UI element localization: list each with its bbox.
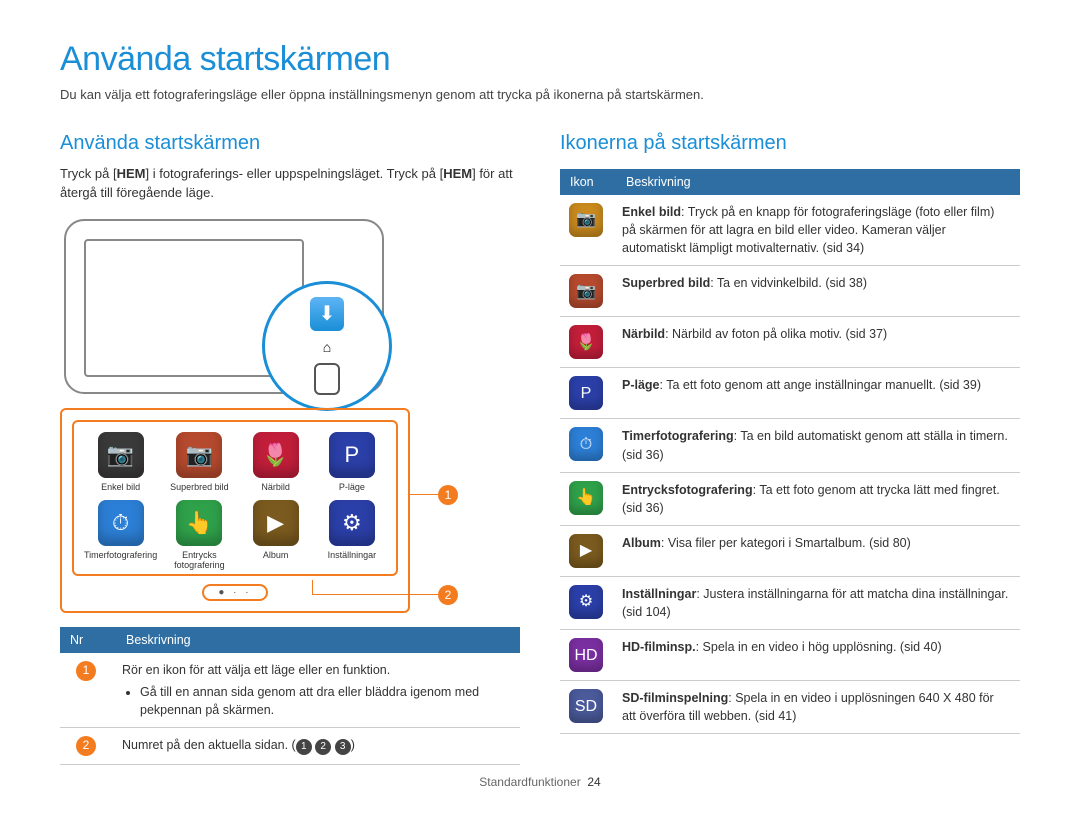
mode-label: Närbild [241,482,309,492]
mode-icon: 👆 [569,481,603,515]
mode-icon: 🌷 [569,325,603,359]
callout-1-badge: 1 [438,485,458,505]
callout-table: Nr Beskrivning 1 Rör en ikon för att väl… [60,627,520,765]
icon-desc-table: Ikon Beskrivning 📷Enkel bild: Tryck på e… [560,169,1020,734]
mode-name: SD-filminspelning [622,691,728,705]
homescreen-icon: 👆 Entrycks fotografering [165,500,233,570]
mode-icon: 🌷 [253,432,299,478]
mode-label: Timerfotografering [84,550,157,560]
mode-icon: ⏱ [569,427,603,461]
homescreen-icon: ⏱ Timerfotografering [84,500,157,570]
row-text: ) [351,738,355,752]
page-badge-1: 1 [296,739,312,755]
homescreen-icon: ⚙ Inställningar [318,500,386,570]
right-heading: Ikonerna på startskärmen [560,132,1020,155]
home-hardware-button [314,363,340,395]
left-heading: Använda startskärmen [60,132,520,155]
mode-label: Superbred bild [165,482,233,492]
row-badge-2: 2 [76,736,96,756]
row-bullet: Gå till en annan sida genom att dra elle… [140,683,510,719]
home-icon: ⌂ [323,339,331,355]
mode-desc: : Spela in en video i hög upplösning. (s… [696,640,942,654]
footer-section: Standardfunktioner [479,775,580,789]
mode-icon: SD [569,689,603,723]
mode-desc: : Visa filer per kategori i Smartalbum. … [661,536,911,550]
table-row: 2 Numret på den aktuella sidan. (1 2 3) [60,728,520,765]
table-row: ▶ Album: Visa filer per kategori i Smarta… [560,525,1020,576]
page-indicator: ● · · [202,584,267,601]
mode-icon: HD [569,638,603,672]
table-row: P P-läge: Ta ett foto genom att ange inst… [560,368,1020,419]
page-badge-3: 3 [335,739,351,755]
table-row: ⏱Timerfotografering: Ta en bild automati… [560,419,1020,472]
mode-label: Enkel bild [84,482,157,492]
mode-label: Album [241,550,309,560]
arrow-down-icon: ⬇ [310,297,344,331]
footer-page-number: 24 [587,775,600,789]
hem-key: HEM [443,166,472,181]
mode-name: Timerfotografering [622,429,734,443]
page-footer: Standardfunktioner 24 [0,775,1080,789]
row-text: Numret på den aktuella sidan. ( [122,738,296,752]
mode-name: Inställningar [622,587,696,601]
mode-name: Entrycksfotografering [622,483,753,497]
row-badge-1: 1 [76,661,96,681]
mode-icon: P [329,432,375,478]
homescreen-icon: 📷 Superbred bild [165,432,233,492]
table-row: ⚙Inställningar: Justera inställningarna … [560,576,1020,629]
table-row: 📷 Superbred bild: Ta en vidvinkelbild. (s… [560,266,1020,317]
mode-name: Superbred bild [622,276,710,290]
homescreen-icon: 🌷 Närbild [241,432,309,492]
mode-name: P-läge [622,378,660,392]
mode-icon: ⚙ [569,585,603,619]
table-row: 👆Entrycksfotografering: Ta ett foto geno… [560,472,1020,525]
table-row: 📷Enkel bild: Tryck på en knapp för fotog… [560,195,1020,266]
table-row: HD HD-filminsp.: Spela in en video i hög … [560,630,1020,681]
page-intro: Du kan välja ett fotograferingsläge elle… [60,87,1020,102]
mode-label: Inställningar [318,550,386,560]
text: ] i fotograferings- eller uppspelningslä… [145,166,443,181]
mode-icon: 📷 [98,432,144,478]
mode-icon: 📷 [569,274,603,308]
mode-icon: ⚙ [329,500,375,546]
mode-name: Enkel bild [622,205,681,219]
th-beskrivning: Beskrivning [616,169,1020,195]
table-row: SDSD-filminspelning: Spela in en video i… [560,681,1020,734]
th-ikon: Ikon [560,169,616,195]
hem-key: HEM [117,166,146,181]
homescreen-icon: ▶ Album [241,500,309,570]
mode-desc: : Ta ett foto genom att ange inställning… [660,378,981,392]
table-row: 1 Rör en ikon för att välja ett läge ell… [60,653,520,728]
page-badge-2: 2 [315,739,331,755]
th-beskrivning: Beskrivning [116,627,520,653]
text: Tryck på [ [60,166,117,181]
mode-label: P-läge [318,482,386,492]
mode-icon: P [569,376,603,410]
homescreen-icon: 📷 Enkel bild [84,432,157,492]
row-text: Rör en ikon för att välja ett läge eller… [122,663,390,677]
page-title: Använda startskärmen [60,40,1020,79]
mode-label: Entrycks fotografering [165,550,233,570]
left-paragraph: Tryck på [HEM] i fotograferings- eller u… [60,165,520,203]
mode-name: HD-filminsp. [622,640,696,654]
mode-icon: 📷 [176,432,222,478]
home-button-callout: ⬇ ⌂ [262,281,392,411]
homescreen-grid-panel: 📷 Enkel bild 📷 Superbred bild 🌷 Närbild P P-läg… [60,408,410,613]
mode-desc: : Ta en vidvinkelbild. (sid 38) [710,276,867,290]
mode-icon: ▶ [253,500,299,546]
camera-illustration: ⬇ ⌂ [64,219,384,394]
mode-icon: ⏱ [98,500,144,546]
mode-name: Album [622,536,661,550]
homescreen-icon: P P-läge [318,432,386,492]
mode-icon: 📷 [569,203,603,237]
mode-desc: : Närbild av foton på olika motiv. (sid … [665,327,887,341]
mode-name: Närbild [622,327,665,341]
mode-icon: ▶ [569,534,603,568]
th-nr: Nr [60,627,116,653]
callout-2-badge: 2 [438,585,458,605]
mode-icon: 👆 [176,500,222,546]
table-row: 🌷 Närbild: Närbild av foton på olika moti… [560,317,1020,368]
